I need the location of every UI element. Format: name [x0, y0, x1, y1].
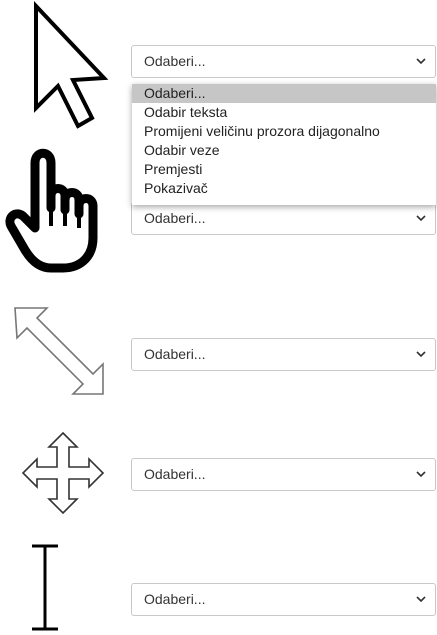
chevron-down-icon: [416, 471, 426, 478]
text-ibeam-icon: [32, 544, 58, 631]
select-value: Odaberi...: [144, 346, 206, 362]
dropdown-list: Odaberi... Odabir teksta Promijeni velič…: [132, 84, 436, 205]
chevron-down-icon: [416, 351, 426, 358]
dropdown-option[interactable]: Pokazivač: [132, 179, 436, 198]
arrow-pointer-icon: [34, 0, 109, 129]
dropdown-option[interactable]: Odabir teksta: [132, 103, 436, 122]
select-value: Odaberi...: [144, 466, 206, 482]
chevron-down-icon: [416, 596, 426, 603]
dropdown-option[interactable]: Odabir veze: [132, 141, 436, 160]
dropdown-option[interactable]: Odaberi...: [132, 84, 436, 103]
dropdown-option[interactable]: Premjesti: [132, 160, 436, 179]
dropdown-option[interactable]: Promijeni veličinu prozora dijagonalno: [132, 122, 436, 141]
cursor-select-5[interactable]: Odaberi...: [131, 583, 436, 616]
cursor-select-3[interactable]: Odaberi...: [131, 338, 436, 371]
chevron-down-icon: [416, 215, 426, 222]
cursor-select-1[interactable]: Odaberi...: [131, 45, 436, 78]
select-value: Odaberi...: [144, 591, 206, 607]
cursor-select-2[interactable]: Odaberi...: [131, 202, 436, 235]
cursor-select-4[interactable]: Odaberi...: [131, 458, 436, 491]
select-value: Odaberi...: [144, 53, 206, 69]
move-icon: [21, 431, 105, 515]
chevron-down-icon: [416, 58, 426, 65]
hand-pointer-icon: [5, 148, 98, 273]
select-value: Odaberi...: [144, 210, 206, 226]
diagonal-resize-icon: [14, 307, 104, 395]
